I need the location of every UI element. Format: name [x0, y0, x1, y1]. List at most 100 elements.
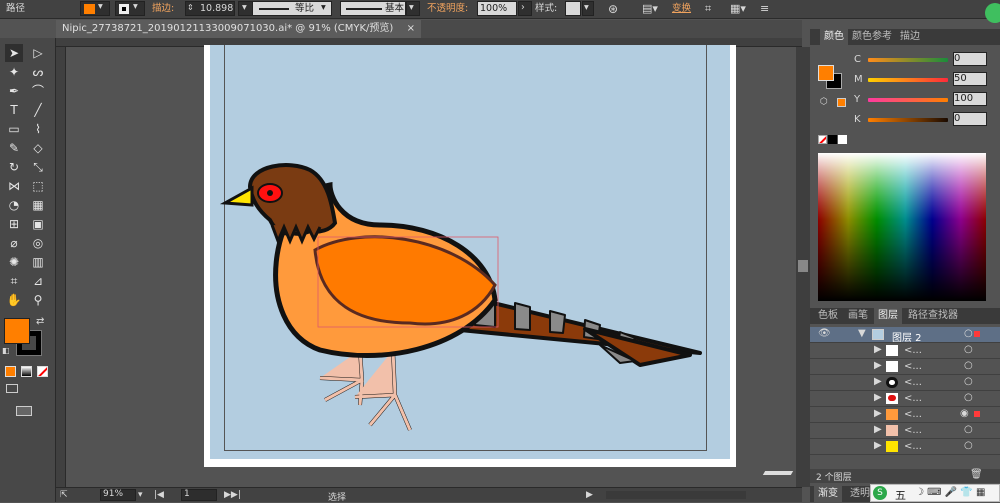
status-chevron-icon[interactable]: ▶: [586, 490, 593, 500]
artboard-nav-icon[interactable]: ⇱: [60, 490, 68, 500]
target-icon[interactable]: ○: [964, 376, 973, 387]
artboard-tool-icon[interactable]: ⌗: [5, 272, 23, 290]
profile-dropdown[interactable]: 等比 ▾: [252, 1, 332, 16]
stroke-weight-field[interactable]: ⇕ 10.898: [185, 1, 235, 16]
zoom-tool-icon[interactable]: ⚲: [29, 291, 47, 309]
isolate-icon[interactable]: ⌗: [705, 3, 711, 15]
blend-tool-icon[interactable]: ◎: [29, 234, 47, 252]
slice-tool-icon[interactable]: ⊿: [29, 272, 47, 290]
rotate-tool-icon[interactable]: ↻: [5, 158, 23, 176]
channel-k-slider[interactable]: [868, 118, 948, 122]
width-tool-icon[interactable]: ⋈: [5, 177, 23, 195]
brush-dropdown[interactable]: 基本: [340, 1, 406, 16]
canvas-area[interactable]: [66, 45, 802, 487]
opacity-field[interactable]: 100%: [477, 1, 517, 16]
tab-color[interactable]: 颜色: [820, 29, 848, 45]
trash-icon[interactable]: 🗑: [970, 469, 983, 480]
target-icon[interactable]: ○: [964, 424, 973, 435]
channel-m-field[interactable]: 50: [953, 72, 987, 86]
target-icon[interactable]: ○: [964, 392, 973, 403]
none-swatch[interactable]: [818, 135, 827, 144]
chevron-right-icon[interactable]: ▶: [874, 392, 882, 403]
transform-link[interactable]: 变换: [672, 3, 691, 15]
channel-y-slider[interactable]: [868, 98, 948, 102]
pheasant-illustration[interactable]: [210, 45, 730, 459]
chevron-down-icon[interactable]: ▾: [138, 490, 143, 500]
sublayer-row[interactable]: ▶ <... ○: [810, 439, 1000, 455]
document-tab[interactable]: Nipic_27738721_20190121133009071030.ai* …: [56, 20, 421, 38]
gradient-tool-icon[interactable]: ▣: [29, 215, 47, 233]
chevron-right-icon[interactable]: ▶: [874, 360, 882, 371]
out-of-gamut-icon[interactable]: ⬡: [820, 97, 828, 107]
channel-m-slider[interactable]: [868, 78, 948, 82]
draw-mode-icon[interactable]: [6, 384, 18, 393]
sublayer-row[interactable]: ▶ <... ○: [810, 423, 1000, 439]
type-tool-icon[interactable]: T: [5, 101, 23, 119]
fill-swatch-dropdown[interactable]: ▾: [80, 1, 110, 16]
eraser-tool-icon[interactable]: ◇: [29, 139, 47, 157]
tab-color-guide[interactable]: 颜色参考: [848, 29, 896, 45]
column-graph-tool-icon[interactable]: ▥: [29, 253, 47, 271]
sublayer-row[interactable]: ▶ <... ○: [810, 343, 1000, 359]
selection-tool-icon[interactable]: ➤: [5, 44, 23, 62]
curvature-tool-icon[interactable]: ⌒: [29, 82, 47, 100]
sublayer-row[interactable]: ▶ <... ◉: [810, 407, 1000, 423]
arrange-icon[interactable]: ▦▾: [730, 3, 746, 15]
ime-mode-label[interactable]: 五: [895, 487, 906, 503]
eyedropper-tool-icon[interactable]: ⌀: [5, 234, 23, 252]
tab-brushes[interactable]: 画笔: [844, 308, 872, 324]
scale-tool-icon[interactable]: ⤡: [29, 158, 47, 176]
ime-icons[interactable]: ☽ ⌨ 🎤 👕 ▦: [915, 487, 985, 498]
target-icon[interactable]: ○: [964, 360, 973, 371]
mesh-tool-icon[interactable]: ⊞: [5, 215, 23, 233]
none-mode-icon[interactable]: [37, 366, 48, 377]
horizontal-scrollbar[interactable]: [606, 491, 746, 499]
vertical-ruler[interactable]: [56, 47, 66, 487]
channel-k-field[interactable]: 0: [953, 112, 987, 126]
brush-chevron[interactable]: ▾: [406, 1, 420, 16]
scroll-thumb[interactable]: [798, 260, 808, 272]
zoom-field[interactable]: 91%: [100, 489, 136, 501]
ime-toolbar[interactable]: S 五 ☽ ⌨ 🎤 👕 ▦: [870, 484, 1000, 502]
chevron-right-icon[interactable]: ▶: [874, 344, 882, 355]
shape-builder-tool-icon[interactable]: ◔: [5, 196, 23, 214]
target-icon[interactable]: ○: [964, 440, 973, 451]
tab-stroke[interactable]: 描边: [896, 29, 924, 45]
hand-tool-icon[interactable]: ✋: [5, 291, 23, 309]
recolor-icon[interactable]: ⊛: [608, 3, 618, 15]
tab-layers[interactable]: 图层: [874, 308, 902, 324]
close-icon[interactable]: ×: [407, 20, 415, 38]
layer-row[interactable]: 👁 ▼ 图层 2 ○: [810, 327, 1000, 344]
channel-c-field[interactable]: 0: [953, 52, 987, 66]
channel-y-field[interactable]: 100: [953, 92, 987, 106]
color-mode-icon[interactable]: [5, 366, 16, 377]
chevron-down-icon[interactable]: ▼: [858, 328, 866, 339]
white-swatch[interactable]: [838, 135, 847, 144]
tab-gradient[interactable]: 渐变: [814, 486, 842, 502]
black-swatch[interactable]: [828, 135, 837, 144]
artboard[interactable]: [204, 45, 736, 467]
eye-icon[interactable]: 👁: [818, 328, 831, 339]
chevron-right-icon[interactable]: ▶: [874, 440, 882, 451]
style-chevron[interactable]: ▾: [582, 1, 594, 16]
target-icon[interactable]: ○: [964, 328, 973, 339]
lasso-tool-icon[interactable]: ᔕ: [29, 63, 47, 81]
tab-pathfinder[interactable]: 路径查找器: [904, 308, 962, 324]
opacity-chevron[interactable]: ›: [518, 1, 532, 16]
direct-selection-tool-icon[interactable]: ▷: [29, 44, 47, 62]
chevron-right-icon[interactable]: ▶: [874, 424, 882, 435]
vertical-scrollbar[interactable]: [796, 47, 810, 487]
magic-wand-tool-icon[interactable]: ✦: [5, 63, 23, 81]
panel-menu-icon[interactable]: ≡: [760, 3, 769, 15]
symbol-sprayer-tool-icon[interactable]: ✺: [5, 253, 23, 271]
pen-tool-icon[interactable]: ✒: [5, 82, 23, 100]
swap-icon[interactable]: ⇄: [36, 316, 44, 327]
opacity-label[interactable]: 不透明度:: [427, 3, 468, 15]
chevron-right-icon[interactable]: ▶: [874, 376, 882, 387]
color-spectrum[interactable]: [818, 153, 986, 301]
gradient-mode-icon[interactable]: [21, 366, 32, 377]
sublayer-row[interactable]: ▶ <... ○: [810, 375, 1000, 391]
gamut-swatch[interactable]: [837, 98, 846, 107]
rectangle-tool-icon[interactable]: ▭: [5, 120, 23, 138]
sublayer-row[interactable]: ▶ <... ○: [810, 391, 1000, 407]
